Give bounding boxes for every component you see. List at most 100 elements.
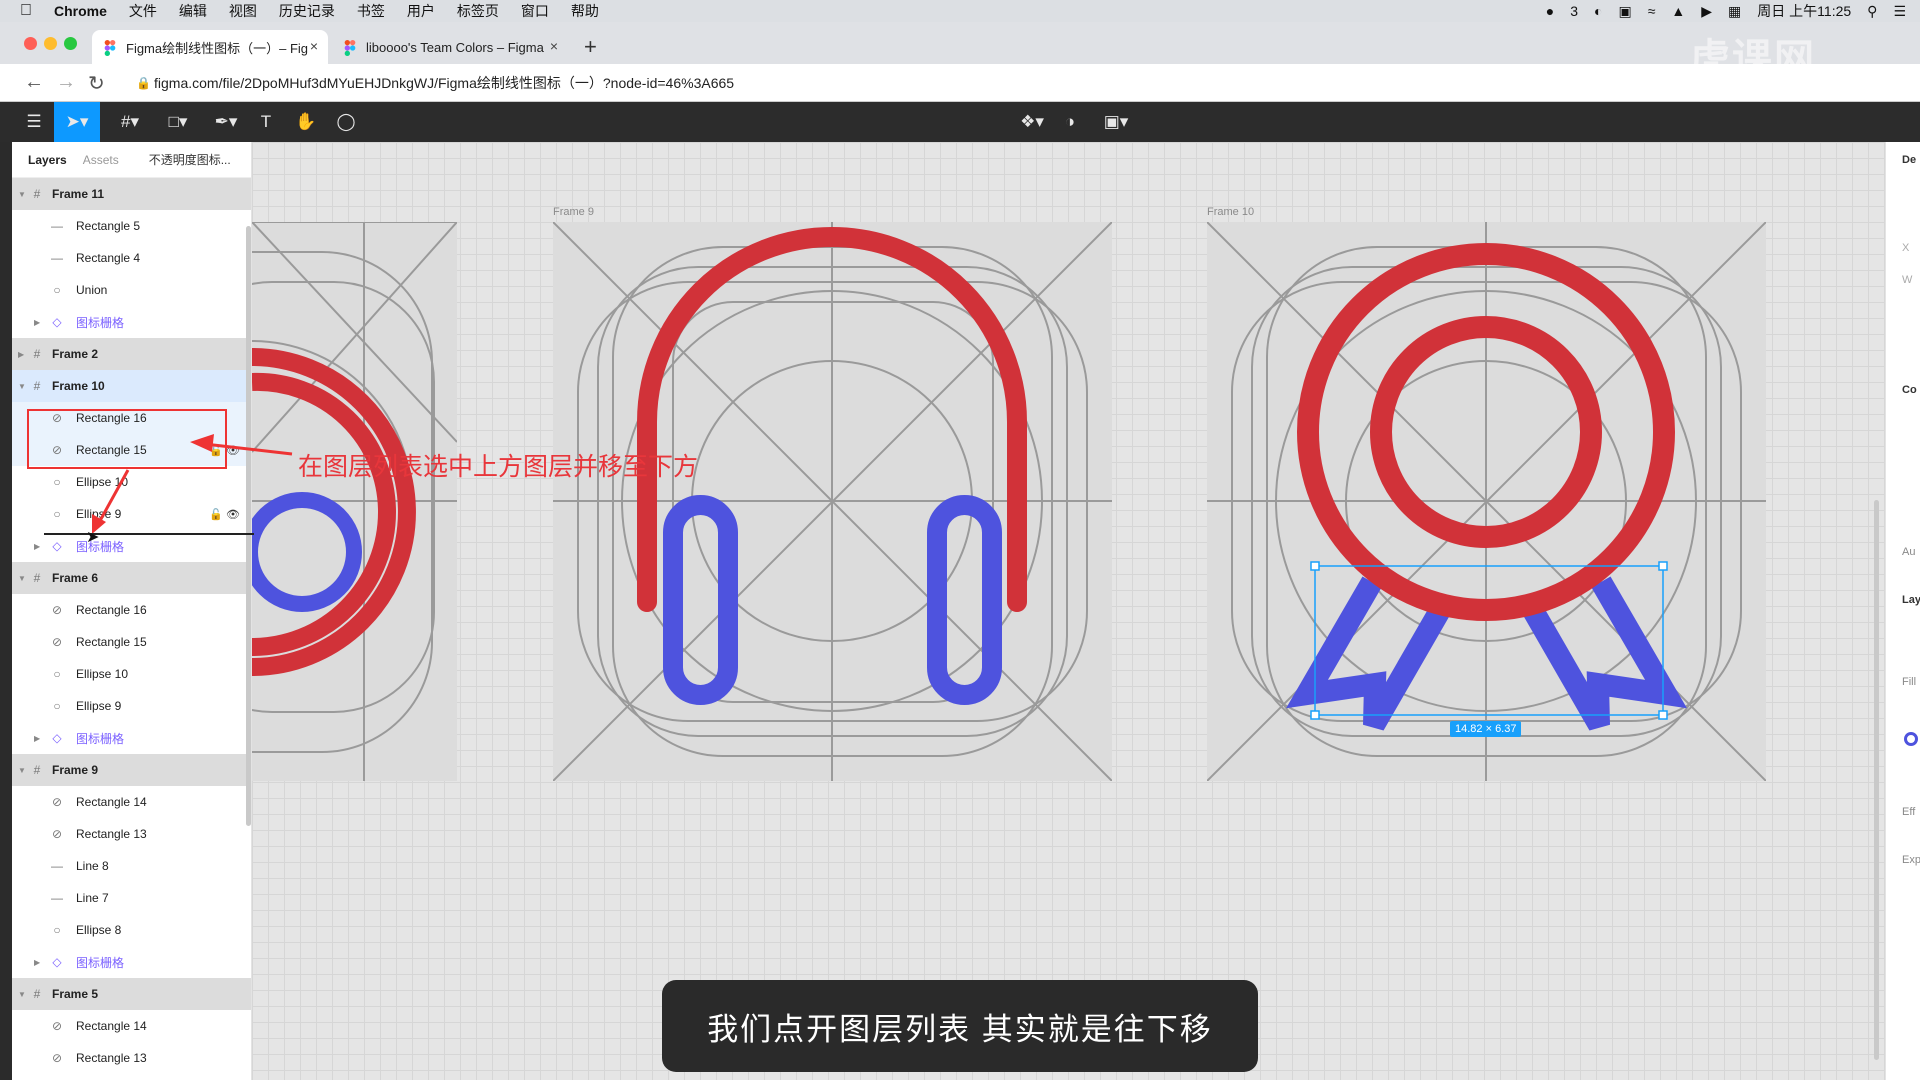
tab-layers[interactable]: Layers	[28, 153, 67, 167]
layers-scrollbar[interactable]	[246, 226, 251, 826]
expand-caret-icon[interactable]: ▼	[18, 382, 26, 391]
menu-tabs[interactable]: 标签页	[457, 1, 499, 21]
layer-row[interactable]: — Rectangle 4	[12, 242, 251, 274]
new-tab-button[interactable]: +	[584, 34, 597, 60]
browser-tab-active[interactable]: Figma绘制线性图标（一）– Fig ×	[92, 30, 328, 64]
expand-caret-icon[interactable]: ▶	[34, 958, 40, 967]
target-icon-artwork	[252, 221, 458, 781]
back-icon[interactable]: ←	[24, 71, 44, 94]
layer-row[interactable]: ▶ ◇ 图标栅格	[12, 306, 251, 338]
shape-tool-icon[interactable]: □▾	[158, 102, 198, 142]
frame-partial-left[interactable]	[252, 221, 458, 781]
comment-tool-icon[interactable]: ◯	[326, 102, 366, 142]
layer-row[interactable]: — Line 7	[12, 882, 251, 914]
expand-caret-icon[interactable]: ▼	[18, 574, 26, 583]
layer-name: Rectangle 13	[76, 827, 147, 841]
main-menu-icon[interactable]: ☰	[14, 102, 54, 142]
status-icon[interactable]: ◐	[1594, 3, 1602, 19]
layer-frame-row[interactable]: ▼ # Frame 10	[12, 370, 251, 402]
expand-caret-icon[interactable]: ▼	[18, 990, 26, 999]
design-canvas[interactable]: Frame 9 Frame 10 14.82 × 6.37	[252, 142, 1885, 1080]
clock[interactable]: 周日 上午11:25	[1757, 1, 1851, 21]
close-tab-icon[interactable]: ×	[550, 38, 558, 54]
layer-frame-row[interactable]: ▼ # Frame 5	[12, 978, 251, 1010]
layer-row[interactable]: ▶ ◇ 图标栅格	[12, 722, 251, 754]
menu-file[interactable]: 文件	[129, 1, 157, 21]
design-tab[interactable]: De	[1902, 154, 1916, 166]
layer-name: Ellipse 10	[76, 667, 129, 681]
layer-row[interactable]: ⊘ Rectangle 15	[12, 626, 251, 658]
expand-caret-icon[interactable]: ▼	[18, 766, 26, 775]
frame-label[interactable]: Frame 9	[553, 206, 594, 218]
frame-label[interactable]: Frame 10	[1207, 206, 1254, 218]
tab-assets[interactable]: Assets	[83, 153, 119, 167]
layer-row[interactable]: ○ Ellipse 10	[12, 658, 251, 690]
airplay-icon[interactable]: ▲	[1671, 3, 1685, 19]
layer-row[interactable]: ⊘ Rectangle 14	[12, 1010, 251, 1042]
menu-profiles[interactable]: 用户	[407, 1, 435, 21]
w-label: W	[1902, 274, 1913, 286]
layer-frame-row[interactable]: ▼ # Frame 9	[12, 754, 251, 786]
layer-frame-row[interactable]: ▼ # Frame 11	[12, 178, 251, 210]
menu-view[interactable]: 视图	[229, 1, 257, 21]
frame-tool-icon[interactable]: #▾	[110, 102, 150, 142]
layer-row[interactable]: — Rectangle 5	[12, 210, 251, 242]
maximize-window-button[interactable]	[64, 37, 77, 50]
move-tool-icon[interactable]: ➤▾	[54, 102, 100, 142]
text-tool-icon[interactable]: T	[246, 102, 286, 142]
tab-title: liboooo's Team Colors – Figma	[366, 39, 544, 55]
mask-icon[interactable]: ◑	[1050, 102, 1090, 142]
layer-row[interactable]: — Line 8	[12, 850, 251, 882]
url-field[interactable]: 🔒 figma.com/file/2DpoMHuf3dMYuEHJDnkgWJ/…	[132, 70, 1832, 96]
layer-row[interactable]: ○ Ellipse 8	[12, 914, 251, 946]
menu-window[interactable]: 窗口	[521, 1, 549, 21]
layer-row[interactable]: ▶ ◇ 图标栅格	[12, 946, 251, 978]
pen-tool-icon[interactable]: ✒▾	[206, 102, 246, 142]
lock-icon[interactable]: 🔒	[136, 70, 151, 96]
layer-frame-row[interactable]: ▼ # Frame 6	[12, 562, 251, 594]
browser-tab[interactable]: liboooo's Team Colors – Figma ×	[332, 30, 568, 64]
expand-caret-icon[interactable]: ▶	[34, 542, 40, 551]
layer-row[interactable]: ⊘ Rectangle 13	[12, 1042, 251, 1074]
expand-caret-icon[interactable]: ▼	[18, 190, 26, 199]
layer-row[interactable]: ⊘ Rectangle 16	[12, 594, 251, 626]
volume-icon[interactable]: ▶	[1701, 3, 1712, 20]
screen-record-icon[interactable]: ▣	[1618, 3, 1631, 20]
search-icon[interactable]: ⚲	[1867, 3, 1877, 20]
menu-history[interactable]: 历史记录	[279, 1, 335, 21]
layer-row[interactable]: ○ Ellipse 9	[12, 690, 251, 722]
close-tab-icon[interactable]: ×	[310, 38, 318, 54]
wifi-icon[interactable]: ≈	[1648, 3, 1656, 19]
input-method-icon[interactable]: ▦	[1728, 3, 1741, 20]
menu-edit[interactable]: 编辑	[179, 1, 207, 21]
menu-bookmarks[interactable]: 书签	[357, 1, 385, 21]
layer-name: Rectangle 15	[76, 635, 147, 649]
apple-icon[interactable]: 	[20, 2, 38, 20]
expand-caret-icon[interactable]: ▶	[34, 318, 40, 327]
layer-row[interactable]: ○ Ellipse 9 🔓 👁	[12, 498, 251, 530]
layer-row[interactable]: ○ Ellipse 10	[12, 466, 251, 498]
frame-10[interactable]: 14.82 × 6.37	[1206, 221, 1767, 782]
expand-caret-icon[interactable]: ▶	[18, 350, 24, 359]
minimize-window-button[interactable]	[44, 37, 57, 50]
forward-icon[interactable]: →	[56, 71, 76, 94]
components-icon[interactable]: ❖▾	[1012, 102, 1052, 142]
layer-frame-row[interactable]: ▶ # Frame 2	[12, 338, 251, 370]
layer-row[interactable]: ⊘ Rectangle 13	[12, 818, 251, 850]
boolean-ops-icon[interactable]: ▣▾	[1096, 102, 1136, 142]
layer-row[interactable]: ⊘ Rectangle 14	[12, 786, 251, 818]
layer-row[interactable]: ○ Union	[12, 274, 251, 306]
wechat-icon[interactable]: ●	[1546, 3, 1554, 19]
control-center-icon[interactable]: ☰	[1893, 3, 1906, 20]
hand-tool-icon[interactable]: ✋	[286, 102, 326, 142]
page-selector[interactable]: 不透明度图标...	[149, 151, 231, 168]
menu-help[interactable]: 帮助	[571, 1, 599, 21]
menu-app-name[interactable]: Chrome	[54, 3, 107, 19]
frame-9[interactable]	[552, 221, 1113, 782]
fill-color-swatch[interactable]	[1904, 732, 1918, 746]
reload-icon[interactable]: ↻	[88, 71, 105, 96]
lock-visibility-icons[interactable]: 🔓 👁	[209, 508, 240, 521]
expand-caret-icon[interactable]: ▶	[34, 734, 40, 743]
close-window-button[interactable]	[24, 37, 37, 50]
canvas-scrollbar[interactable]	[1874, 500, 1879, 1060]
